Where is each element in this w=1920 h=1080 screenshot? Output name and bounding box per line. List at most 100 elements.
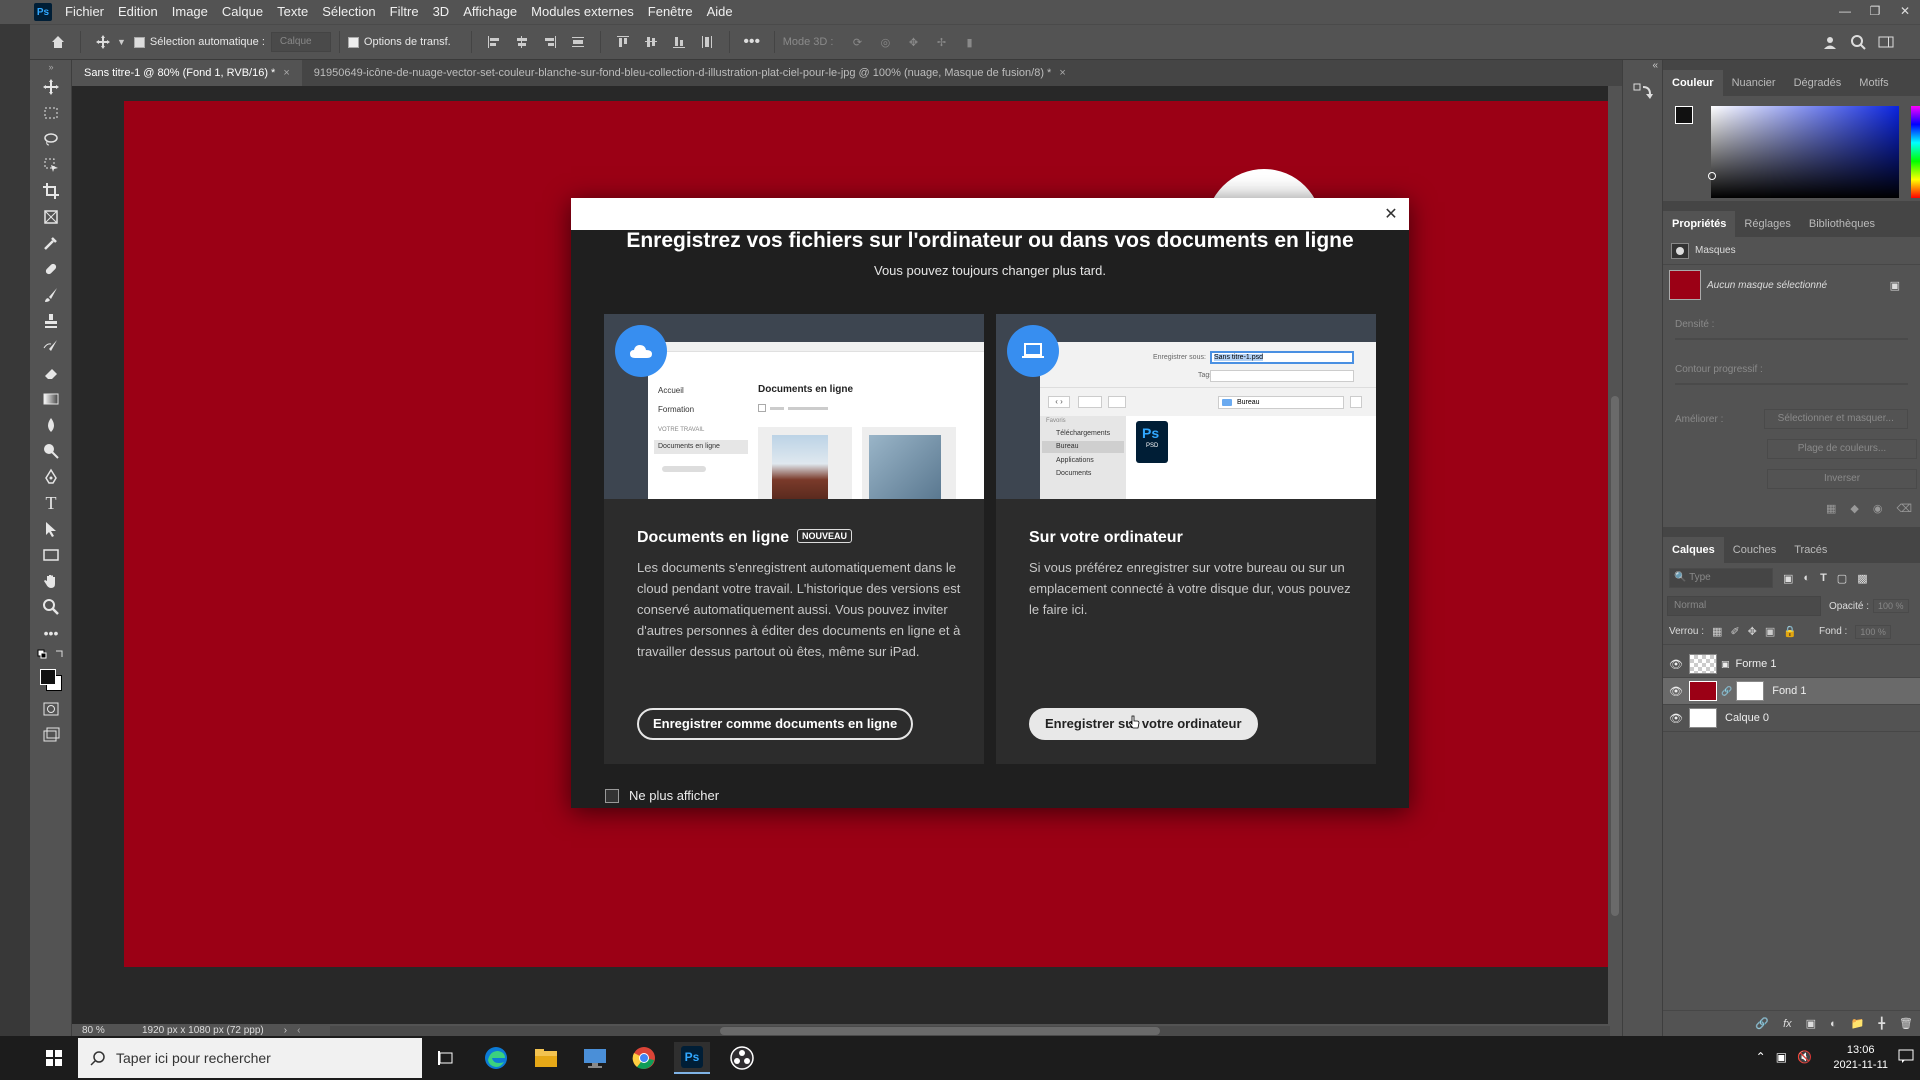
- cloud-documents-card[interactable]: Accueil Formation VOTRE TRAVAIL Document…: [604, 314, 984, 764]
- tab-proprietes[interactable]: Propriétés: [1663, 211, 1736, 237]
- filter-type-icon[interactable]: T: [1820, 572, 1827, 584]
- visibility-icon[interactable]: ◉: [1873, 502, 1883, 515]
- more-options-icon[interactable]: •••: [741, 31, 763, 53]
- layer-filter-input[interactable]: 🔍 Type: [1669, 568, 1773, 588]
- menu-affichage[interactable]: Affichage: [456, 0, 524, 24]
- align-middle-icon[interactable]: [640, 31, 662, 53]
- history-panel-icon[interactable]: [1633, 83, 1653, 101]
- scroll-left-icon[interactable]: ‹: [297, 1025, 300, 1036]
- slide-3d-icon[interactable]: ✢: [930, 31, 952, 53]
- history-brush-tool-icon[interactable]: [30, 334, 72, 360]
- tab-cloud-image[interactable]: 91950649-icône-de-nuage-vector-set-coule…: [302, 60, 1078, 86]
- menu-fenetre[interactable]: Fenêtre: [641, 0, 700, 24]
- filter-pixel-icon[interactable]: ▣: [1783, 572, 1793, 585]
- eyedropper-tool-icon[interactable]: [30, 230, 72, 256]
- align-left-icon[interactable]: [483, 31, 505, 53]
- tab-traces[interactable]: Tracés: [1785, 537, 1836, 563]
- close-tab-icon[interactable]: ×: [283, 60, 289, 86]
- camera-3d-icon[interactable]: ▮: [958, 31, 980, 53]
- layer-row-calque-0[interactable]: 👁 Calque 0: [1663, 705, 1920, 732]
- layer-mask-thumbnail[interactable]: [1736, 681, 1765, 701]
- minimize-icon[interactable]: —: [1830, 0, 1860, 24]
- layer-row-forme-1[interactable]: 👁 ▣ Forme 1: [1663, 651, 1920, 678]
- hue-slider[interactable]: [1911, 106, 1920, 198]
- close-tab-icon[interactable]: ×: [1059, 60, 1065, 86]
- swap-colors-icon[interactable]: [30, 646, 72, 664]
- tab-reglages[interactable]: Réglages: [1735, 211, 1799, 237]
- brush-tool-icon[interactable]: [30, 282, 72, 308]
- screen-mode-icon[interactable]: [30, 722, 72, 748]
- blur-tool-icon[interactable]: [30, 412, 72, 438]
- object-selection-tool-icon[interactable]: [30, 152, 72, 178]
- dodge-tool-icon[interactable]: [30, 438, 72, 464]
- network-icon[interactable]: ▣: [1776, 1050, 1787, 1064]
- link-icon[interactable]: 🔗: [1721, 686, 1732, 697]
- eraser-tool-icon[interactable]: [30, 360, 72, 386]
- quick-mask-icon[interactable]: [30, 696, 72, 722]
- layer-row-fond-1[interactable]: 👁 🔗 Fond 1: [1663, 678, 1920, 705]
- invert-button[interactable]: Inverser: [1767, 469, 1917, 489]
- photoshop-taskbar-icon[interactable]: Ps: [674, 1042, 710, 1074]
- chrome-icon[interactable]: [626, 1042, 662, 1074]
- orbit-3d-icon[interactable]: ⟳: [846, 31, 868, 53]
- tab-degrades[interactable]: Dégradés: [1785, 70, 1851, 96]
- distribute-icon[interactable]: [567, 31, 589, 53]
- eye-icon[interactable]: 👁: [1663, 685, 1689, 698]
- lock-position-icon[interactable]: ✥: [1748, 625, 1757, 638]
- task-view-icon[interactable]: [428, 1042, 464, 1074]
- frame-tool-icon[interactable]: [30, 204, 72, 230]
- menu-3d[interactable]: 3D: [426, 0, 457, 24]
- pen-tool-icon[interactable]: [30, 464, 72, 490]
- fill-value[interactable]: 100 %: [1855, 624, 1891, 639]
- auto-select-dropdown[interactable]: Calque: [270, 32, 331, 52]
- foreground-swatch[interactable]: [1675, 106, 1693, 124]
- tab-couches[interactable]: Couches: [1724, 537, 1785, 563]
- saturation-field[interactable]: [1708, 106, 1899, 198]
- eye-icon[interactable]: 👁: [1663, 712, 1689, 725]
- transform-checkbox[interactable]: [347, 36, 359, 48]
- chevron-right-icon[interactable]: ›: [284, 1025, 287, 1036]
- roll-3d-icon[interactable]: ◎: [874, 31, 896, 53]
- filter-smart-object-icon[interactable]: ▩: [1857, 572, 1867, 585]
- new-adjustment-icon[interactable]: ◐: [1830, 1018, 1837, 1030]
- move-tool-icon[interactable]: [30, 74, 72, 100]
- menu-texte[interactable]: Texte: [270, 0, 315, 24]
- menu-fichier[interactable]: Fichier: [58, 0, 111, 24]
- pan-3d-icon[interactable]: ✥: [902, 31, 924, 53]
- filter-adjustment-icon[interactable]: ◐: [1803, 572, 1810, 584]
- path-selection-tool-icon[interactable]: [30, 516, 72, 542]
- lock-transparency-icon[interactable]: ▦: [1712, 625, 1722, 638]
- filter-shape-icon[interactable]: ▢: [1837, 572, 1847, 585]
- horizontal-scroll-thumb[interactable]: [720, 1027, 1160, 1035]
- notification-icon[interactable]: [1898, 1048, 1914, 1064]
- eye-icon[interactable]: 👁: [1663, 658, 1689, 671]
- align-bottom-icon[interactable]: [668, 31, 690, 53]
- chevron-down-icon[interactable]: ▼: [117, 37, 126, 47]
- dont-show-checkbox[interactable]: [605, 788, 619, 803]
- vertical-scrollbar[interactable]: [1608, 86, 1622, 1024]
- lasso-tool-icon[interactable]: [30, 126, 72, 152]
- healing-brush-tool-icon[interactable]: [30, 256, 72, 282]
- zoom-level[interactable]: 80 %: [82, 1025, 132, 1036]
- tab-bibliotheques[interactable]: Bibliothèques: [1800, 211, 1884, 237]
- edge-browser-icon[interactable]: [478, 1042, 514, 1074]
- add-mask-icon[interactable]: ▣: [1806, 1017, 1816, 1030]
- new-group-icon[interactable]: 📁: [1851, 1017, 1865, 1030]
- taskbar-search-input[interactable]: Taper ici pour rechercher: [78, 1038, 422, 1078]
- menu-selection[interactable]: Sélection: [315, 0, 382, 24]
- blend-mode-dropdown[interactable]: Normal: [1667, 596, 1821, 616]
- distribute-vertical-icon[interactable]: [696, 31, 718, 53]
- more-tools-icon[interactable]: •••: [30, 620, 72, 646]
- stamp-tool-icon[interactable]: [30, 308, 72, 334]
- new-layer-icon[interactable]: ╋: [1878, 1017, 1885, 1030]
- windows-start-icon[interactable]: [36, 1042, 72, 1074]
- volume-muted-icon[interactable]: 🔇: [1797, 1050, 1812, 1064]
- home-icon[interactable]: [47, 31, 69, 53]
- close-icon[interactable]: ✕: [1381, 204, 1401, 224]
- save-local-button[interactable]: Enregistrer sur votre ordinateur: [1029, 708, 1258, 740]
- type-tool-icon[interactable]: T: [30, 490, 72, 516]
- restore-icon[interactable]: ❐: [1860, 0, 1890, 24]
- save-cloud-button[interactable]: Enregistrer comme documents en ligne: [637, 708, 914, 740]
- tab-sans-titre[interactable]: Sans titre-1 @ 80% (Fond 1, RVB/16) * ×: [72, 60, 302, 86]
- menu-image[interactable]: Image: [165, 0, 215, 24]
